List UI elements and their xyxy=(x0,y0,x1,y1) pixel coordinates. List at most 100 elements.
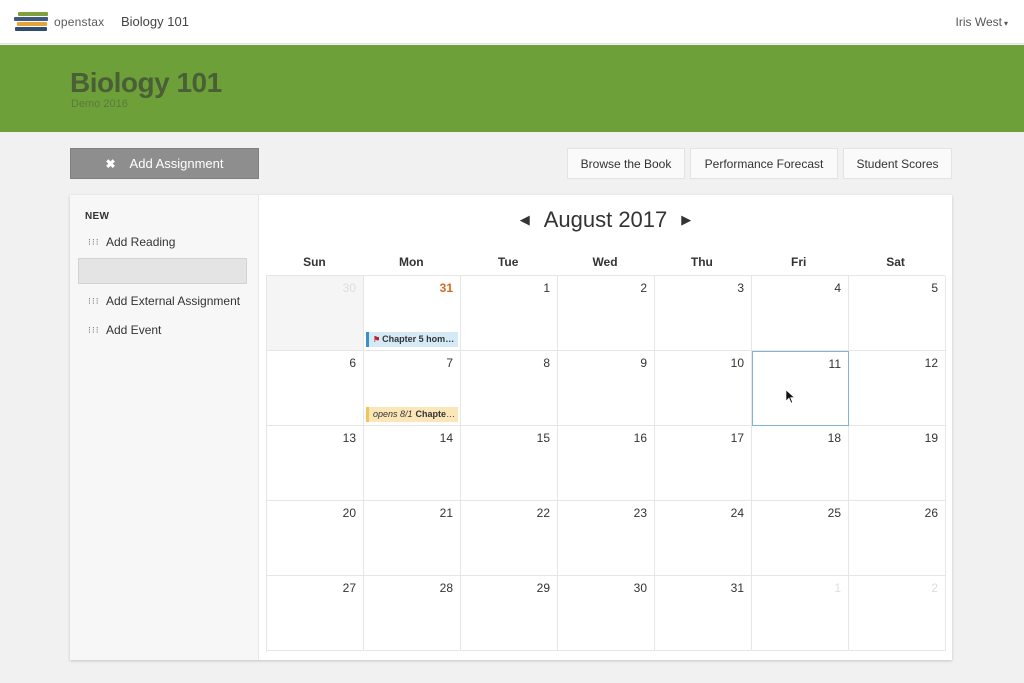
course-title: Biology 101 xyxy=(70,67,222,98)
add-reading-item[interactable]: ⁝⁝⁝ Add Reading xyxy=(88,235,175,249)
calendar-day-cell[interactable]: 5 xyxy=(849,276,946,351)
calendar-grid: 3031⚑Chapter 5 homework1234567opens 8/1C… xyxy=(266,275,946,652)
calendar-day-cell[interactable]: 28 xyxy=(364,576,461,651)
performance-forecast-button[interactable]: Performance Forecast xyxy=(690,148,838,179)
day-number: 23 xyxy=(633,506,647,520)
add-assignment-label: Add Assignment xyxy=(129,156,224,171)
flag-icon: ⚑ xyxy=(373,335,381,344)
day-number: 30 xyxy=(342,281,356,295)
calendar-day-cell[interactable]: 8 xyxy=(461,351,558,426)
calendar-day-cell[interactable]: 25 xyxy=(752,501,849,576)
day-number: 14 xyxy=(439,431,453,445)
calendar-day-cell[interactable]: 19 xyxy=(849,426,946,501)
user-name: Iris West xyxy=(955,15,1002,29)
calendar-day-cell[interactable]: 9 xyxy=(558,351,655,426)
event-title: Chapter 5 reading xyxy=(415,409,458,419)
drop-placeholder xyxy=(78,258,247,284)
calendar-day-cell[interactable]: 22 xyxy=(461,501,558,576)
calendar-day-cell[interactable]: 7 opens 8/1Chapter 5 reading xyxy=(364,351,461,426)
day-number: 27 xyxy=(342,581,356,595)
add-external-item[interactable]: ⁝⁝⁝ Add External Assignment xyxy=(88,294,240,308)
calendar-day-cell[interactable]: 31 ⚑Chapter 5 homework xyxy=(364,276,461,351)
day-number: 3 xyxy=(737,281,744,295)
drag-handle-icon: ⁝⁝⁝ xyxy=(88,325,100,335)
weekday-label: Tue xyxy=(497,255,519,269)
calendar-panel: NEW ⁝⁝⁝ Add Reading ⁝⁝⁝ Add External Ass… xyxy=(70,195,952,660)
day-number: 22 xyxy=(536,506,550,520)
day-number: 25 xyxy=(827,506,841,520)
previous-month-icon[interactable]: ◀ xyxy=(520,212,530,228)
day-number: 2 xyxy=(640,281,647,295)
day-number: 12 xyxy=(924,356,938,370)
calendar-day-cell[interactable]: 12 xyxy=(849,351,946,426)
calendar-day-cell[interactable]: 20 xyxy=(267,501,364,576)
day-number: 7 xyxy=(446,356,453,370)
day-number: 17 xyxy=(730,431,744,445)
calendar-day-cell[interactable]: 10 xyxy=(655,351,752,426)
calendar-day-cell[interactable]: 2 xyxy=(849,576,946,651)
calendar-day-cell[interactable]: 30 xyxy=(267,276,364,351)
day-number: 15 xyxy=(536,431,550,445)
drag-handle-icon: ⁝⁝⁝ xyxy=(88,296,100,306)
calendar-day-cell[interactable]: 6 xyxy=(267,351,364,426)
day-number: 21 xyxy=(439,506,453,520)
calendar-day-cell[interactable]: 4 xyxy=(752,276,849,351)
calendar-day-cell[interactable]: 2 xyxy=(558,276,655,351)
calendar-day-cell[interactable]: 27 xyxy=(267,576,364,651)
course-banner: Biology 101 Demo 2016 xyxy=(0,45,1024,132)
day-number: 1 xyxy=(543,281,550,295)
day-number: 26 xyxy=(924,506,938,520)
calendar-day-cell[interactable]: 11 xyxy=(752,351,849,426)
add-event-label: Add Event xyxy=(106,323,162,337)
day-number: 2 xyxy=(931,581,938,595)
user-menu[interactable]: Iris West ▾ xyxy=(956,15,1008,29)
calendar-day-cell[interactable]: 23 xyxy=(558,501,655,576)
top-nav: openstax Biology 101 Iris West ▾ xyxy=(0,0,1024,44)
day-number: 20 xyxy=(342,506,356,520)
day-number: 11 xyxy=(828,357,841,371)
next-month-icon[interactable]: ▶ xyxy=(681,212,691,228)
book-stack-icon xyxy=(14,10,50,34)
calendar-day-cell[interactable]: 30 xyxy=(558,576,655,651)
day-number: 5 xyxy=(931,281,938,295)
add-external-label: Add External Assignment xyxy=(106,294,241,308)
calendar-day-cell[interactable]: 24 xyxy=(655,501,752,576)
event-title: Chapter 5 homework xyxy=(382,334,458,344)
calendar-day-cell[interactable]: 26 xyxy=(849,501,946,576)
calendar-day-cell[interactable]: 16 xyxy=(558,426,655,501)
caret-down-icon: ▾ xyxy=(1003,19,1008,28)
day-number: 13 xyxy=(342,431,356,445)
day-number: 6 xyxy=(349,356,356,370)
calendar-day-cell[interactable]: 31 xyxy=(655,576,752,651)
student-scores-button[interactable]: Student Scores xyxy=(843,148,952,179)
course-link[interactable]: Biology 101 xyxy=(121,14,189,29)
add-event-item[interactable]: ⁝⁝⁝ Add Event xyxy=(88,323,161,337)
browse-book-button[interactable]: Browse the Book xyxy=(567,148,685,179)
day-number: 8 xyxy=(543,356,550,370)
homework-event[interactable]: ⚑Chapter 5 homework xyxy=(366,332,458,347)
calendar-day-cell[interactable]: 29 xyxy=(461,576,558,651)
weekday-label: Thu xyxy=(690,255,713,269)
calendar-day-cell[interactable]: 1 xyxy=(752,576,849,651)
add-reading-label: Add Reading xyxy=(106,235,176,249)
calendar-header: ◀ August 2017 ▶ xyxy=(259,205,952,235)
sidebar-heading: NEW xyxy=(85,211,110,222)
close-icon: ✖ xyxy=(105,156,116,171)
calendar-day-cell[interactable]: 21 xyxy=(364,501,461,576)
calendar-day-cell[interactable]: 3 xyxy=(655,276,752,351)
openstax-logo[interactable]: openstax xyxy=(14,9,114,35)
reading-event[interactable]: opens 8/1Chapter 5 reading xyxy=(366,407,458,422)
calendar-day-cell[interactable]: 18 xyxy=(752,426,849,501)
add-assignment-button[interactable]: ✖ Add Assignment xyxy=(70,148,259,179)
day-number: 18 xyxy=(827,431,841,445)
weekday-label: Sun xyxy=(303,255,326,269)
calendar-day-cell[interactable]: 14 xyxy=(364,426,461,501)
calendar-day-cell[interactable]: 1 xyxy=(461,276,558,351)
day-number: 28 xyxy=(439,581,453,595)
day-number: 30 xyxy=(633,581,647,595)
day-number: 31 xyxy=(730,581,744,595)
mouse-cursor-icon xyxy=(786,390,795,404)
calendar-day-cell[interactable]: 13 xyxy=(267,426,364,501)
calendar-day-cell[interactable]: 17 xyxy=(655,426,752,501)
calendar-day-cell[interactable]: 15 xyxy=(461,426,558,501)
